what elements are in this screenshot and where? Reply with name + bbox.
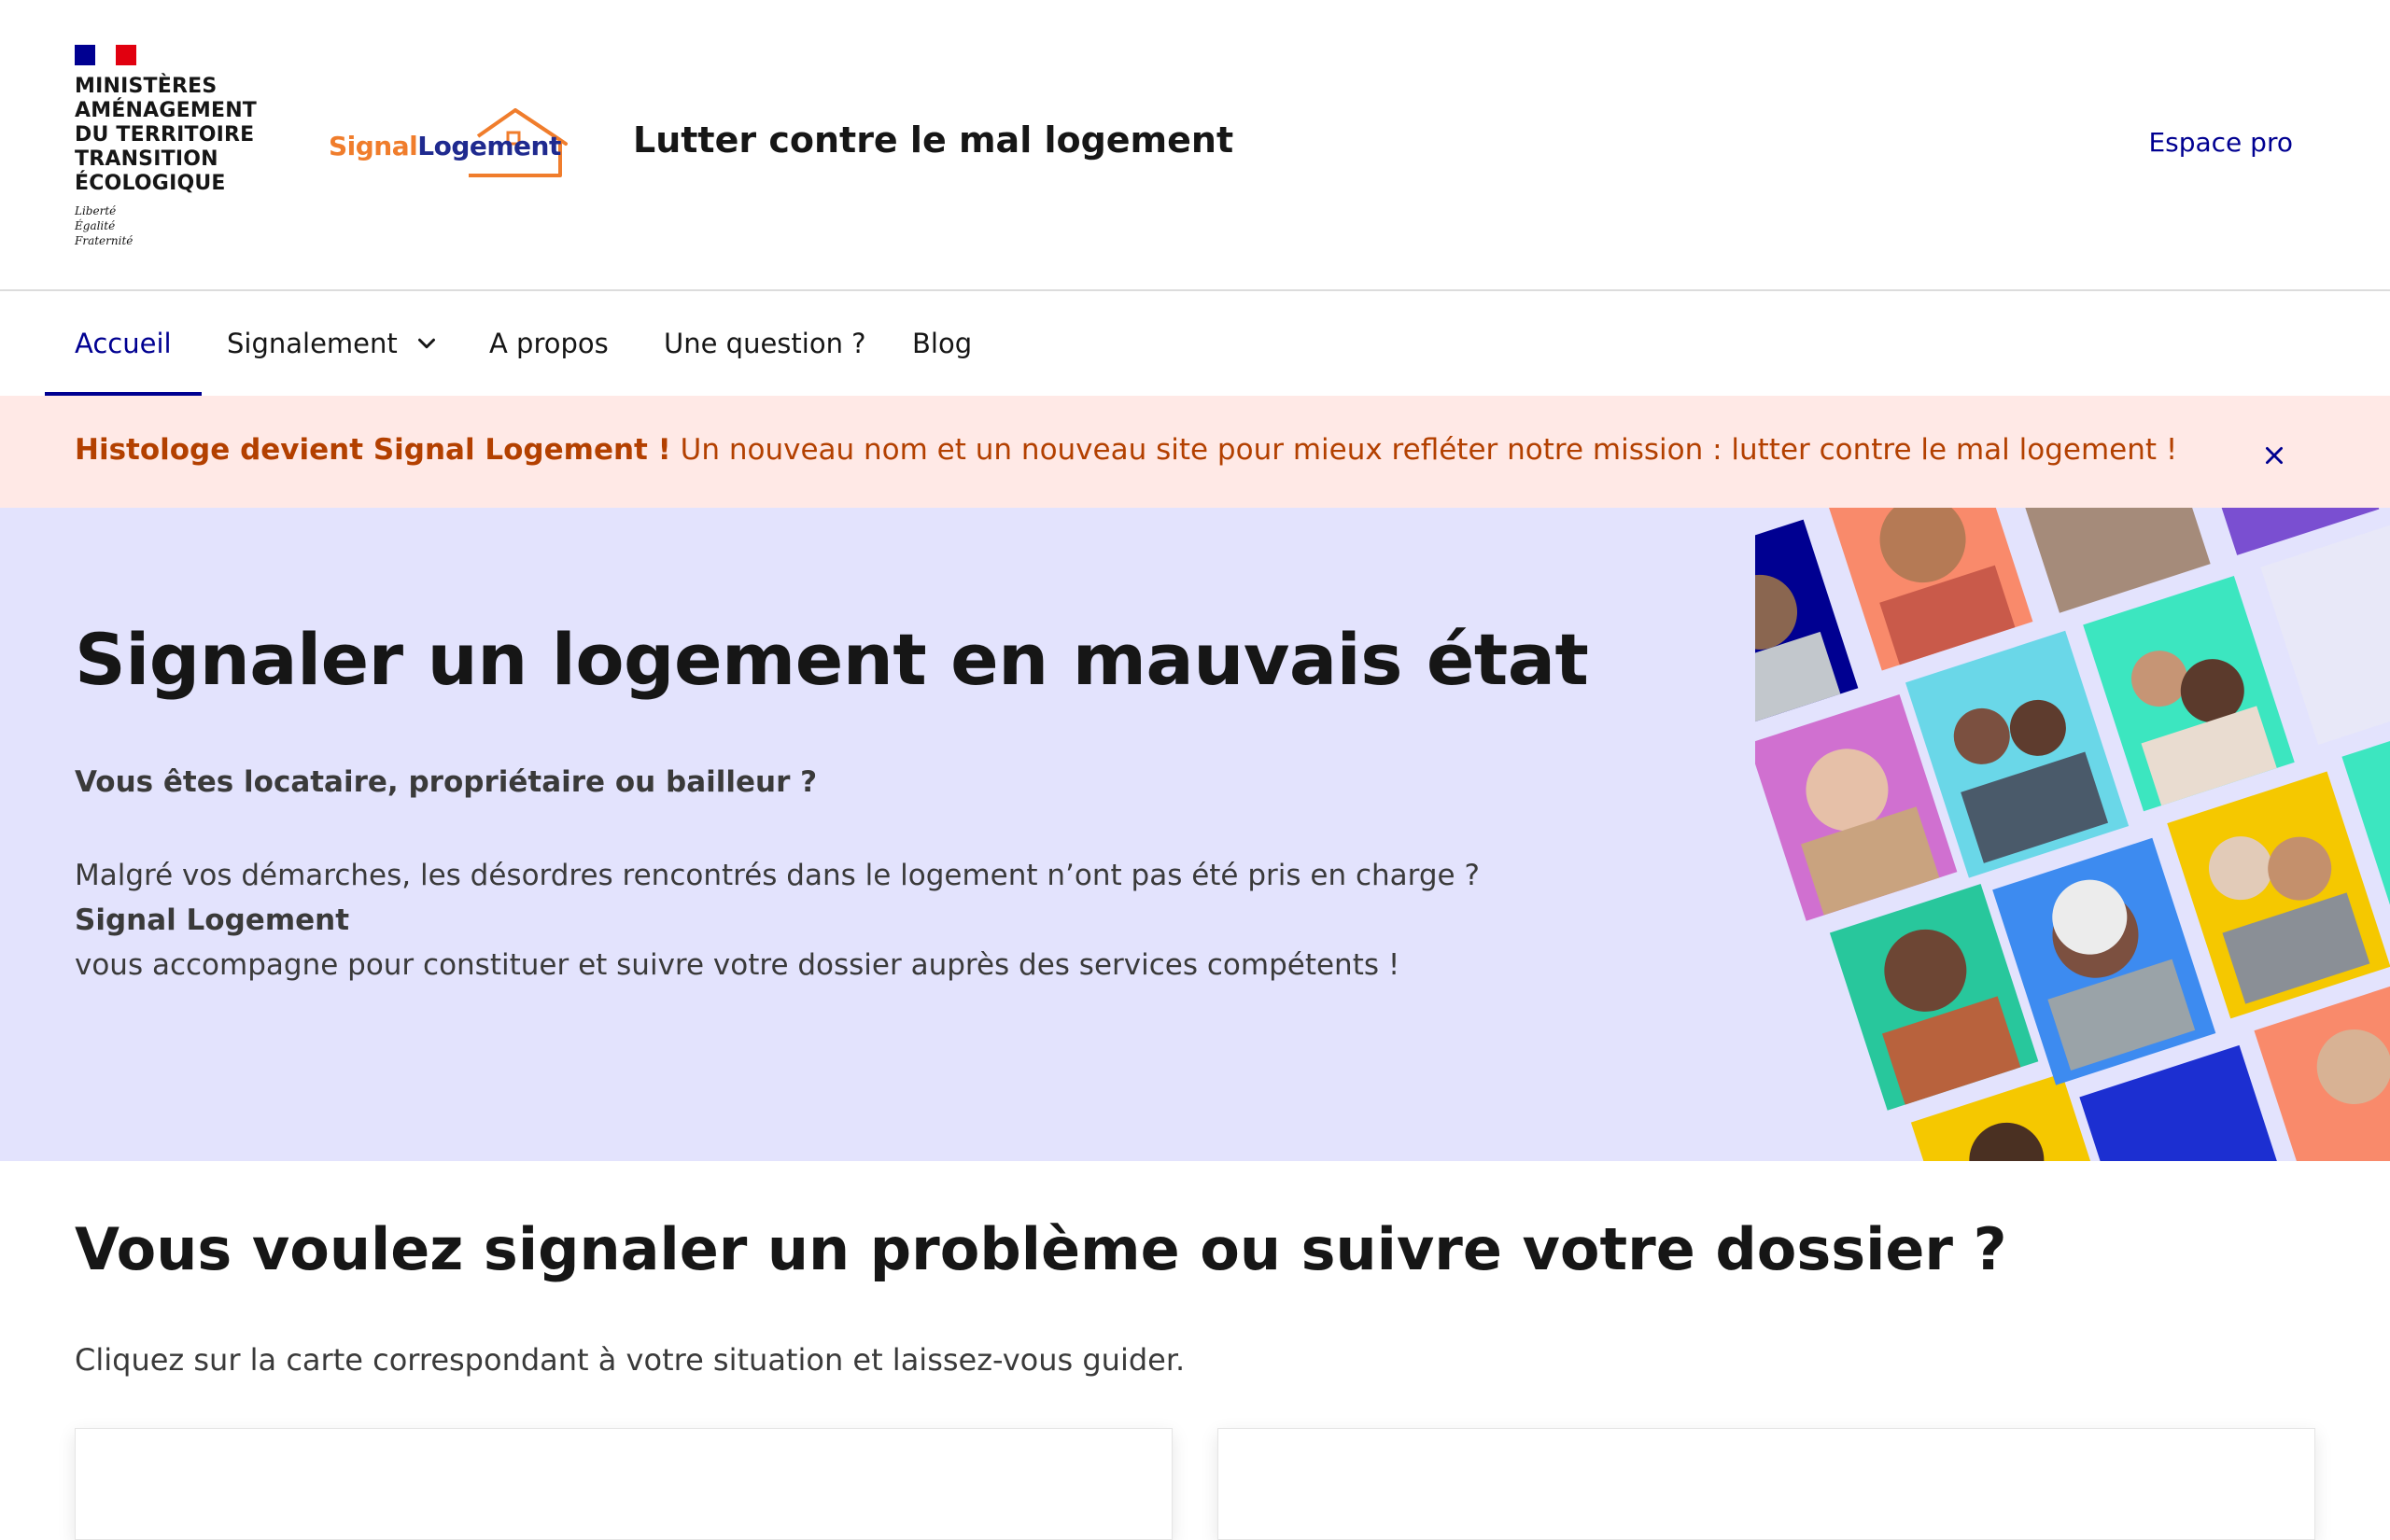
hero-title: Signaler un logement en mauvais état [75,618,1589,701]
nav-item-a-propos[interactable]: A propos [489,291,609,396]
nav-item-accueil[interactable]: Accueil [45,291,201,396]
nav-item-label: A propos [489,328,609,359]
notice-strong: Histologe devient Signal Logement ! [75,433,671,467]
hero-body-line: Malgré vos démarches, les désordres renc… [75,859,1480,892]
service-title[interactable]: Lutter contre le mal logement [633,119,1233,161]
hero-section: Signaler un logement en mauvais état Vou… [0,508,2390,1161]
nav-item-label: Signalement [227,328,398,359]
government-logo[interactable]: MINISTÈRES AMÉNAGEMENT DU TERRITOIRE TRA… [75,45,280,248]
hero-body-rest: vous accompagne pour constituer et suivr… [75,948,1400,982]
notice-message: Histologe devient Signal Logement ! Un n… [75,433,2177,467]
nav-item-signalement[interactable]: Signalement [227,291,441,396]
hero-question: Vous êtes locataire, propriétaire ou bai… [75,765,818,799]
people-photo-collage [1755,508,2390,1161]
nav-item-une-question[interactable]: Une question ? [664,291,866,396]
logo-wordmark: SignalLogement [329,131,561,161]
ministry-line: MINISTÈRES [75,75,218,98]
ministry-line: ÉCOLOGIQUE [75,172,226,195]
logo-signal-word: Signal [329,131,418,161]
motto-line: Égalité [75,219,116,232]
motto-line: Fraternité [75,234,134,247]
situation-card[interactable] [75,1428,1173,1540]
hero-body-strong: Signal Logement [75,903,350,937]
notice-body: Un nouveau nom et un nouveau site pour m… [670,433,2178,467]
notice-close-button[interactable] [2248,429,2300,482]
ministry-line: AMÉNAGEMENT [75,99,258,122]
marianne-flag-icon [75,45,136,65]
republic-motto: Liberté Égalité Fraternité [75,203,280,248]
ministry-line: TRANSITION [75,147,218,171]
section-title: Vous voulez signaler un problème ou suiv… [75,1215,2007,1283]
motto-line: Liberté [75,204,117,217]
notice-banner: Histologe devient Signal Logement ! Un n… [0,396,2390,508]
ministry-name: MINISTÈRES AMÉNAGEMENT DU TERRITOIRE TRA… [75,75,280,196]
espace-pro-link[interactable]: Espace pro [2148,127,2293,158]
site-header: MINISTÈRES AMÉNAGEMENT DU TERRITOIRE TRA… [0,0,2390,291]
hero-body-line: Signal Logement vous accompagne pour con… [75,898,1480,987]
nav-item-label: Une question ? [664,328,866,359]
logo-logement-word: Logement [417,131,561,161]
close-icon [2266,447,2283,464]
ministry-line: DU TERRITOIRE [75,123,255,147]
nav-item-label: Blog [912,328,973,359]
chevron-down-icon [417,338,435,349]
section-subtitle: Cliquez sur la carte correspondant à vot… [75,1342,1186,1378]
main-navigation: Accueil Signalement A propos Une questio… [0,291,2390,396]
nav-item-label: Accueil [75,328,172,359]
hero-body: Malgré vos démarches, les désordres renc… [75,853,1480,987]
situation-card[interactable] [1217,1428,2315,1540]
signal-logement-logo[interactable]: SignalLogement [329,108,571,183]
nav-item-blog[interactable]: Blog [912,291,972,396]
